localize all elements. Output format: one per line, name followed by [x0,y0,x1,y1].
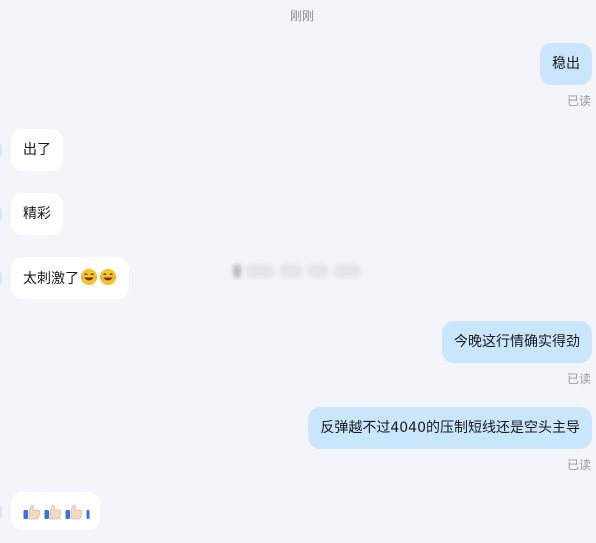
face-with-tears-of-joy-icon [99,268,117,286]
message-text: 出了 [23,142,51,158]
thumbs-up-icon [86,510,90,519]
avatar [0,506,2,518]
message-text: 太刺激了 [23,271,79,287]
avatar [0,144,2,156]
message-bubble-incoming[interactable] [11,492,100,530]
message-text: 精彩 [23,206,51,222]
message-bubble-outgoing[interactable]: 稳出 [540,43,592,85]
message-bubble-outgoing[interactable]: 反弹越不过4040的压制短线还是空头主导 [308,407,592,449]
face-with-tears-of-joy-icon [80,268,98,286]
read-receipt: 已读 [566,458,591,472]
chat-timestamp: 刚刚 [289,9,314,23]
message-text: 今晚这行情确实得劲 [454,334,580,350]
avatar [0,208,2,220]
message-text: 稳出 [552,56,580,72]
blurred-content [233,262,367,280]
message-bubble-incoming[interactable]: 精彩 [11,193,63,235]
thumbs-up-icon [23,505,41,520]
read-receipt: 已读 [566,94,591,108]
message-bubble-incoming[interactable]: 太刺激了 [11,257,129,299]
message-bubble-incoming[interactable]: 出了 [11,129,63,171]
message-bubble-outgoing[interactable]: 今晚这行情确实得劲 [442,321,592,363]
read-receipt: 已读 [566,372,591,386]
avatar [0,272,2,284]
thumbs-up-icon [44,505,62,520]
message-text: 反弹越不过4040的压制短线还是空头主导 [320,420,580,436]
thumbs-up-icon [65,505,83,520]
